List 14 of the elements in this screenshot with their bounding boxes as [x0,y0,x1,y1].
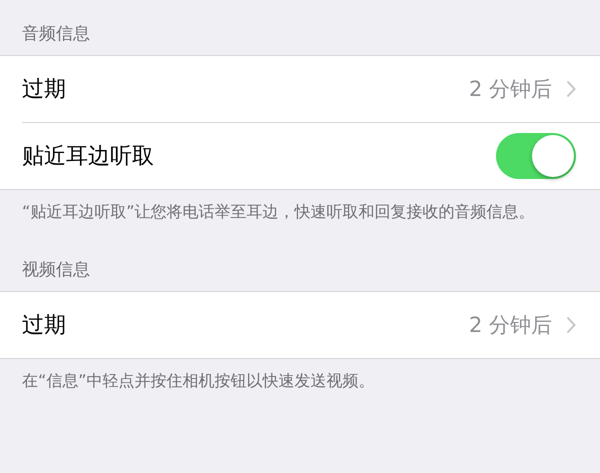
row-value: 2 分钟后 [468,76,552,103]
settings-row[interactable]: 过期 2 分钟后 [0,56,600,122]
row-label: 过期 [22,312,66,340]
toggle-switch[interactable] [496,133,576,179]
settings-row[interactable]: 过期 2 分钟后 [0,292,600,358]
row-label: 过期 [22,76,66,104]
section-footer: 在“信息”中轻点并按住相机按钮以快速发送视频。 [0,359,600,393]
chevron-icon [566,80,576,98]
row-value: 2 分钟后 [468,312,552,339]
section-footer: “贴近耳边听取”让您将电话举至耳边，快速听取和回复接收的音频信息。 [0,190,600,224]
section-header: 音频信息 [21,23,91,46]
section-header: 视频信息 [21,259,91,282]
chevron-icon [566,316,576,334]
row-label: 贴近耳边听取 [22,143,154,171]
